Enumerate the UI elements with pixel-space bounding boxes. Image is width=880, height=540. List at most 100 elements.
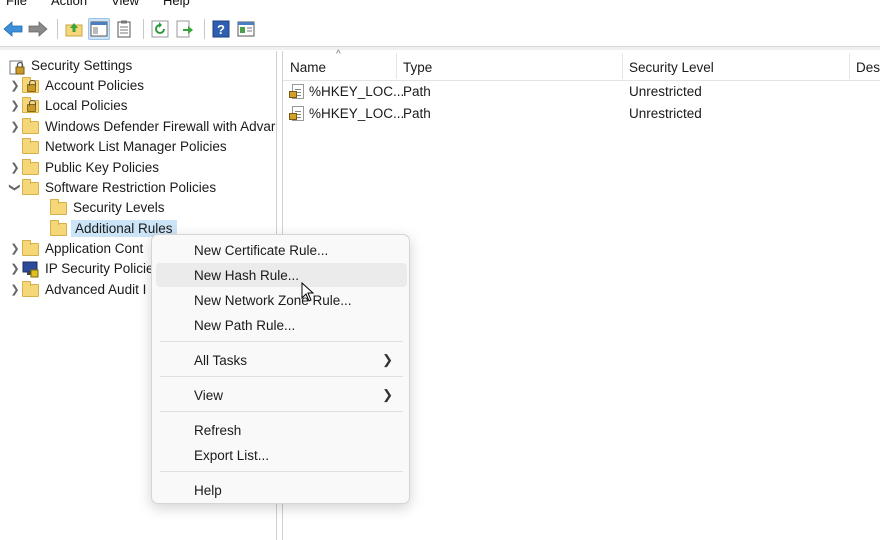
chevron-right-icon[interactable]: ❯ [8,242,22,255]
rule-security-level: Unrestricted [629,84,702,99]
chevron-right-icon: ❯ [382,352,393,367]
tree-item-advanced-audit[interactable]: ❯ Advanced Audit I [8,279,146,299]
tree-root-label: Security Settings [31,57,133,73]
chevron-right-icon[interactable]: ❯ [8,161,22,174]
rule-type: Path [403,84,431,99]
menu-item-view[interactable]: View ❯ [156,383,407,407]
clipboard-icon[interactable] [113,18,135,40]
menu-item-label: Help [194,482,222,498]
menu-item-label: Export List... [194,447,270,463]
tree-item-label: Application Cont [45,240,144,256]
folder-icon [22,239,40,256]
folder-icon [22,117,40,134]
tree-item-label: Security Levels [73,199,165,215]
column-divider[interactable] [396,53,397,79]
menu-item-new-certificate-rule[interactable]: New Certificate Rule... [156,238,407,262]
rule-name: %HKEY_LOC... [309,106,405,121]
export-icon[interactable] [174,18,196,40]
chevron-right-icon[interactable]: ❯ [8,120,22,133]
forward-icon[interactable] [27,18,49,40]
toolbar-separator [143,19,144,39]
tree-item-public-key-policies[interactable]: ❯ Public Key Policies [8,157,159,177]
menu-item-label: New Hash Rule... [194,267,300,283]
menu-item-label: New Certificate Rule... [194,242,329,258]
menu-item-label: New Network Zone Rule... [194,292,352,308]
tree-item-security-levels[interactable]: Security Levels [50,197,165,217]
menu-action[interactable]: Action [45,0,105,8]
show-hide-tree-icon[interactable] [88,18,110,40]
back-icon[interactable] [2,18,24,40]
tree-item-label: Windows Defender Firewall with Advar [45,118,276,134]
chevron-right-icon[interactable]: ❯ [8,262,22,275]
menu-item-new-network-zone-rule[interactable]: New Network Zone Rule... [156,288,407,312]
menubar: File Action View Help [0,0,880,8]
properties-icon[interactable] [235,18,257,40]
tree-item-account-policies[interactable]: ❯ Account Policies [8,75,144,95]
tree-item-label: Advanced Audit I [45,281,147,297]
folder-icon [22,158,40,175]
tree-item-label: Network List Manager Policies [45,138,227,154]
refresh-icon[interactable] [149,18,171,40]
chevron-right-icon[interactable]: ❯ [8,99,22,112]
menu-item-label: View [194,387,224,403]
folder-icon [22,280,40,297]
list-item[interactable]: %HKEY_LOC... Path Unrestricted [283,103,880,125]
menu-item-all-tasks[interactable]: All Tasks ❯ [156,348,407,372]
locked-folder-icon [22,96,40,113]
mouse-cursor-icon [301,282,315,302]
rule-security-level: Unrestricted [629,106,702,121]
list-item[interactable]: %HKEY_LOC... Path Unrestricted [283,81,880,103]
svg-text:?: ? [217,22,225,37]
menu-item-new-path-rule[interactable]: New Path Rule... [156,313,407,337]
column-divider[interactable] [849,53,850,79]
chevron-right-icon[interactable]: ❯ [8,283,22,296]
context-menu: New Certificate Rule... New Hash Rule...… [151,234,410,504]
toolbar-separator [57,19,58,39]
folder-icon [50,219,68,236]
tree-item-label: Software Restriction Policies [45,179,217,195]
toolbar-separator [204,19,205,39]
toolbar: ? [0,14,880,44]
menu-item-label: New Path Rule... [194,317,296,333]
tree-item-label: IP Security Policie [45,260,154,276]
path-rule-icon [289,106,305,122]
column-header-name[interactable]: Name [290,60,326,75]
security-settings-icon [8,58,26,74]
menu-item-help[interactable]: Help [156,478,407,502]
folder-icon [22,137,40,154]
menu-item-label: All Tasks [194,352,248,368]
sort-ascending-icon: ^ [336,49,341,60]
menu-item-new-hash-rule[interactable]: New Hash Rule... [156,263,407,287]
column-header-type[interactable]: Type [403,60,432,75]
tree-item-ip-security-policies[interactable]: ❯ IP Security Policie [8,258,154,278]
chevron-right-icon[interactable]: ❯ [8,79,22,92]
tree-item-application-control[interactable]: ❯ Application Cont [8,238,143,258]
column-divider[interactable] [622,53,623,79]
tree-item-windows-defender-firewall[interactable]: ❯ Windows Defender Firewall with Advar [8,116,275,136]
menu-view[interactable]: View [105,0,157,8]
menu-separator [160,376,403,377]
folder-icon [50,198,68,215]
chevron-right-icon: ❯ [382,387,393,402]
menu-separator [160,471,403,472]
tree-item-network-list-manager[interactable]: Network List Manager Policies [8,136,227,156]
menu-item-export-list[interactable]: Export List... [156,443,407,467]
folder-open-icon [22,178,40,195]
menu-item-label: Refresh [194,422,242,438]
tree-item-software-restriction-policies[interactable]: ❯ Software Restriction Policies [8,177,216,197]
help-icon[interactable]: ? [210,18,232,40]
column-header-security-level[interactable]: Security Level [629,60,714,75]
tree-root[interactable]: Security Settings [8,55,132,75]
tree-item-local-policies[interactable]: ❯ Local Policies [8,95,128,115]
menu-separator [160,411,403,412]
menu-help[interactable]: Help [157,0,208,8]
menu-file[interactable]: File [0,0,45,8]
chevron-down-icon[interactable]: ❯ [9,180,22,194]
list-header: ^ Name Type Security Level Des [283,49,880,81]
up-folder-icon[interactable] [63,18,85,40]
rule-type: Path [403,106,431,121]
tree-item-label: Account Policies [45,77,145,93]
toolbar-divider [0,46,880,50]
column-header-description[interactable]: Des [856,60,880,75]
menu-item-refresh[interactable]: Refresh [156,418,407,442]
